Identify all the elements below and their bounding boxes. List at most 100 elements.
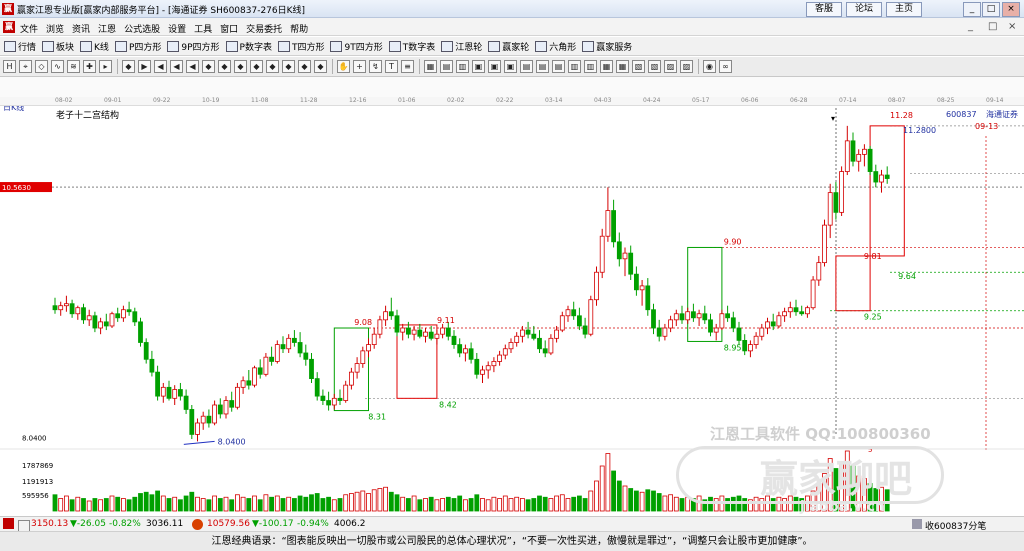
toolbar-tool-icon[interactable]: ▧ (632, 60, 645, 73)
app-logo-icon: 赢 (2, 3, 14, 15)
volume-bar (64, 495, 69, 512)
candle-body (616, 241, 622, 260)
volume-bar (58, 498, 64, 512)
toolbar-tool-icon[interactable]: ▶ (138, 60, 151, 73)
func-hexagon[interactable]: 六角形 (535, 40, 576, 53)
top-price-label: 11.28 (890, 111, 913, 120)
toolbar-tool-icon[interactable]: ◀ (170, 60, 183, 73)
func-pn-square[interactable]: P数字表 (225, 40, 272, 53)
toolbar-tool-icon[interactable]: + (353, 60, 366, 73)
toolbar-tool-icon[interactable]: ▦ (424, 60, 437, 73)
toolbar-tool-icon[interactable]: ∞ (719, 60, 732, 73)
volume-bar (559, 494, 565, 512)
toolbar-tool-icon[interactable]: ⌖ (19, 60, 32, 73)
candle-body (782, 311, 787, 317)
toolbar-tool-icon[interactable]: ▸ (99, 60, 112, 73)
volume-bar (571, 496, 577, 512)
candle-body (121, 309, 126, 319)
menu-item[interactable]: 工具 (194, 22, 212, 35)
toolbar-tool-icon[interactable]: ∿ (51, 60, 64, 73)
toolbar-tool-icon[interactable]: ◀ (154, 60, 167, 73)
func-p-square[interactable]: P四方形 (114, 40, 161, 53)
toolbar-tool-icon[interactable]: ◆ (122, 60, 135, 73)
toolbar-tool-icon[interactable]: ◆ (314, 60, 327, 73)
menu-item[interactable]: 浏览 (46, 22, 64, 35)
toolbar-tool-icon[interactable]: ≋ (67, 60, 80, 73)
child-close-button[interactable]: × (1008, 21, 1016, 32)
func-gann-wheel[interactable]: 江恩轮 (441, 40, 482, 53)
menu-item[interactable]: 交易委托 (246, 22, 282, 35)
homepage-button[interactable]: 主页 (886, 2, 922, 17)
forum-button[interactable]: 论坛 (846, 2, 882, 17)
toolbar-tool-icon[interactable]: ▣ (488, 60, 501, 73)
menu-item[interactable]: 帮助 (290, 22, 308, 35)
candle-body (850, 140, 856, 162)
toolbar-tool-icon[interactable]: ◆ (298, 60, 311, 73)
candle-body (474, 358, 480, 375)
child-minimize-button[interactable]: _ (968, 21, 973, 32)
toolbar-tool-icon[interactable]: ✚ (83, 60, 96, 73)
candle-body (753, 335, 759, 345)
toolbar-tool-icon[interactable]: ▤ (536, 60, 549, 73)
child-restore-button[interactable]: □ (988, 21, 997, 32)
func-winner-wheel[interactable]: 赢家轮 (488, 40, 529, 53)
toolbar-tool-icon[interactable]: ▦ (600, 60, 613, 73)
toolbar-tool-icon[interactable]: ✋ (337, 60, 350, 73)
func-candle[interactable]: K线 (80, 40, 109, 53)
func-list[interactable]: 行情 (4, 40, 36, 53)
toolbar-tool-icon[interactable]: H (3, 60, 16, 73)
toolbar-tool-icon[interactable]: T (385, 60, 398, 73)
toolbar-tool-icon[interactable]: ◆ (282, 60, 295, 73)
toolbar-tool-icon[interactable]: ◆ (234, 60, 247, 73)
candle-body (434, 333, 440, 339)
minimize-button[interactable]: _ (963, 2, 981, 17)
candle-body (577, 315, 582, 327)
toolbar-tool-icon[interactable]: ▣ (472, 60, 485, 73)
toolbar-tool-icon[interactable]: ◆ (202, 60, 215, 73)
toolbar-tool-icon[interactable]: ◆ (218, 60, 231, 73)
toolbar-tool-icon[interactable]: ▨ (664, 60, 677, 73)
toolbar-tool-icon[interactable]: ▧ (648, 60, 661, 73)
volume-bar (656, 493, 662, 512)
volume-bar (149, 494, 155, 512)
toolbar-tool-icon[interactable]: ▤ (520, 60, 533, 73)
menu-item[interactable]: 公式选股 (124, 22, 160, 35)
toolbar-tool-icon[interactable]: ◆ (250, 60, 263, 73)
toolbar-tool-icon[interactable]: ▣ (504, 60, 517, 73)
close-button[interactable]: × (1002, 2, 1020, 17)
menu-item[interactable]: 资讯 (72, 22, 90, 35)
customer-service-button[interactable]: 客服 (806, 2, 842, 17)
maximize-button[interactable]: □ (982, 2, 1000, 17)
toolbar-tool-icon[interactable]: ▦ (616, 60, 629, 73)
menu-item[interactable]: 窗口 (220, 22, 238, 35)
func-service[interactable]: 赢家服务 (582, 40, 632, 53)
toolbar-tool-icon[interactable]: ▤ (440, 60, 453, 73)
toolbar-tool-icon[interactable]: ≡ (401, 60, 414, 73)
volume-bar (212, 495, 218, 512)
volume-tick: 1191913 (22, 478, 53, 486)
candle-body (685, 311, 691, 321)
toolbar-tool-icon[interactable]: ◆ (266, 60, 279, 73)
menu-item[interactable]: 江恩 (98, 22, 116, 35)
toolbar-tool-icon[interactable]: ▥ (568, 60, 581, 73)
menu-item[interactable]: 设置 (168, 22, 186, 35)
func-tn-square[interactable]: T数字表 (388, 40, 435, 53)
candle-body (554, 329, 559, 339)
toolbar-tool-icon[interactable]: ▤ (552, 60, 565, 73)
func-9p-square[interactable]: 9P四方形 (167, 40, 220, 53)
candle-body (132, 311, 138, 323)
func-9t-square[interactable]: 9T四方形 (330, 40, 383, 53)
toolbar-tool-icon[interactable]: ▨ (680, 60, 693, 73)
toolbar-tool-icon[interactable]: ▥ (584, 60, 597, 73)
toolbar-tool-icon[interactable]: ◇ (35, 60, 48, 73)
menu-item[interactable]: 文件 (20, 22, 38, 35)
volume-bar (428, 496, 434, 512)
toolbar-tool-icon[interactable]: ▥ (456, 60, 469, 73)
candle-body (520, 329, 525, 337)
toolbar-tool-icon[interactable]: ↯ (369, 60, 382, 73)
volume-bar (662, 495, 668, 512)
toolbar-tool-icon[interactable]: ◀ (186, 60, 199, 73)
toolbar-tool-icon[interactable]: ◉ (703, 60, 716, 73)
func-grid[interactable]: 板块 (42, 40, 74, 53)
func-t-square[interactable]: T四方形 (277, 40, 324, 53)
